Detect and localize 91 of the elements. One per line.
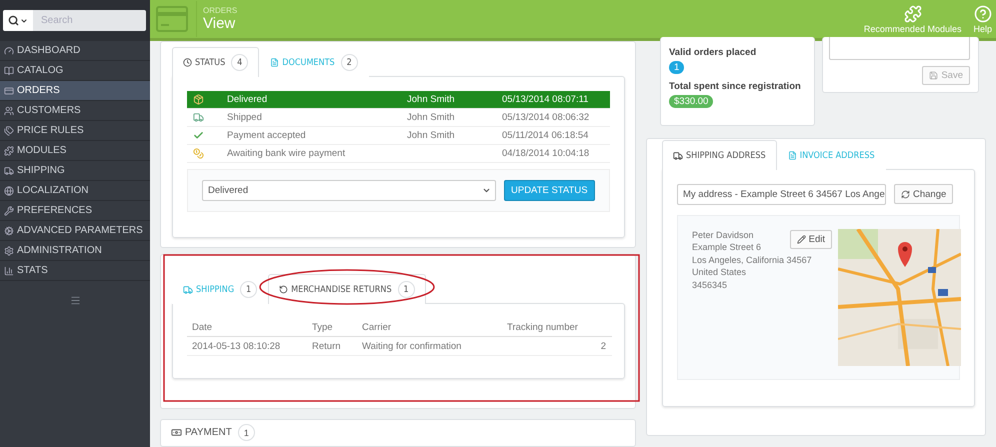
- puzzle-icon: [904, 4, 922, 22]
- table-cell-text: Waiting for confirmation: [362, 340, 462, 352]
- document-icon: [788, 151, 797, 160]
- orders-count: 1: [669, 61, 684, 74]
- tab[interactable]: STATUS 4: [172, 47, 260, 77]
- sidebar-item[interactable]: PREFERENCES: [0, 201, 150, 221]
- menu-item-icon: [4, 126, 14, 136]
- menu-item-icon: [4, 246, 14, 256]
- column-header: Tracking number: [507, 322, 579, 332]
- money-icon: [171, 427, 182, 438]
- menu-item-icon: [4, 206, 14, 216]
- address-line: Los Angeles, California 34567: [692, 254, 812, 266]
- sidebar-item[interactable]: DASHBOARD: [0, 41, 150, 61]
- sidebar-item[interactable]: ADVANCED PARAMETERS: [0, 221, 150, 241]
- count: 1: [238, 424, 255, 442]
- menu-item-icon: [4, 146, 14, 156]
- truck-icon: [193, 112, 204, 123]
- search-button[interactable]: [3, 10, 33, 31]
- column-header: Date: [192, 322, 214, 332]
- spent-label: Total spent since registration: [669, 81, 802, 92]
- action-label: Recommended Modules: [864, 24, 962, 34]
- note-field[interactable]: [829, 37, 970, 60]
- caret-icon: [20, 16, 28, 24]
- employee-cell-text: John Smith: [407, 130, 456, 141]
- status-cell-text: Awaiting bank wire payment: [227, 148, 346, 159]
- status-cell-text: Shipped: [227, 112, 263, 123]
- menu-item-icon: [4, 166, 14, 176]
- count: 2: [340, 54, 358, 71]
- table-cell-text: Return: [312, 340, 342, 352]
- count: 1: [240, 281, 258, 298]
- check-icon: [193, 130, 204, 141]
- menu-item-icon: [4, 226, 14, 236]
- page-title: View: [203, 15, 236, 32]
- box-icon: [193, 94, 204, 105]
- menu-item-icon: [4, 106, 14, 116]
- date-cell-text: 05/13/2014 08:07:11: [502, 94, 590, 105]
- document-icon: [270, 58, 280, 67]
- sidebar-item[interactable]: CUSTOMERS: [0, 101, 150, 121]
- edit-button[interactable]: Edit: [790, 230, 832, 249]
- table-cell-text: 2: [600, 340, 606, 352]
- panel-title: PAYMENT: [185, 427, 232, 438]
- tab[interactable]: MERCHANDISE RETURNS 1: [268, 274, 426, 304]
- status-cell-text: Payment accepted: [227, 130, 307, 141]
- orders-label: Valid orders placed: [669, 47, 758, 58]
- date-cell-text: 05/13/2014 08:06:32: [502, 112, 590, 123]
- table-cell-text: 2014-05-13 08:10:28: [192, 340, 282, 352]
- date-cell-text: 05/11/2014 06:18:54: [502, 130, 590, 141]
- column-header: Type: [312, 322, 334, 332]
- column-header: Carrier: [362, 322, 392, 332]
- menu-item-icon: [4, 66, 14, 76]
- tab[interactable]: SHIPPING ADDRESS: [662, 140, 777, 170]
- address-line: Example Street 6: [692, 241, 762, 254]
- menu-item-icon: [4, 186, 14, 196]
- menu-item-icon: [4, 86, 14, 96]
- return-icon: [279, 285, 288, 294]
- change-button[interactable]: Change: [894, 184, 954, 204]
- address-line: 3456345: [692, 278, 728, 292]
- employee-cell-text: John Smith: [407, 112, 456, 123]
- sidebar-item[interactable]: PRICE RULES: [0, 121, 150, 141]
- caret-icon: [482, 186, 491, 195]
- sidebar-item[interactable]: MODULES: [0, 141, 150, 161]
- refresh-icon: [901, 190, 910, 198]
- sidebar-item[interactable]: SHIPPING: [0, 161, 150, 181]
- clock-icon: [183, 58, 192, 67]
- breadcrumb: ORDERS: [203, 6, 238, 15]
- sidebar-item[interactable]: STATS: [0, 261, 150, 281]
- address-line: United States: [692, 266, 746, 279]
- action-label: Help: [973, 24, 992, 34]
- pencil-icon: [796, 235, 806, 244]
- truck-icon: [183, 284, 193, 294]
- status-select[interactable]: Delivered: [202, 180, 496, 201]
- menu-item-icon: [4, 266, 14, 276]
- sidebar-item[interactable]: LOCALIZATION: [0, 181, 150, 201]
- menu-item-icon: [4, 46, 14, 56]
- menu-icon[interactable]: [70, 295, 80, 306]
- address-line: Peter Davidson: [692, 229, 754, 242]
- search-field[interactable]: Search: [33, 10, 146, 31]
- credit-card-icon: [156, 5, 188, 33]
- truck-icon: [673, 150, 683, 160]
- address-select[interactable]: My address - Example Street 6 34567 Los Ange: [677, 184, 886, 205]
- status-cell-text: Delivered: [227, 94, 268, 105]
- search-icon: [8, 15, 19, 26]
- count: 4: [231, 54, 248, 71]
- sidebar-item[interactable]: ADMINISTRATION: [0, 241, 150, 261]
- coins-icon: [193, 148, 204, 159]
- employee-cell-text: John Smith: [407, 94, 456, 105]
- spent-amount: $330.00: [669, 95, 714, 108]
- count: 1: [398, 281, 415, 298]
- help-icon: [974, 4, 992, 22]
- date-cell-text: 04/18/2014 10:04:18: [502, 148, 590, 159]
- sidebar-item[interactable]: ORDERS: [0, 81, 150, 101]
